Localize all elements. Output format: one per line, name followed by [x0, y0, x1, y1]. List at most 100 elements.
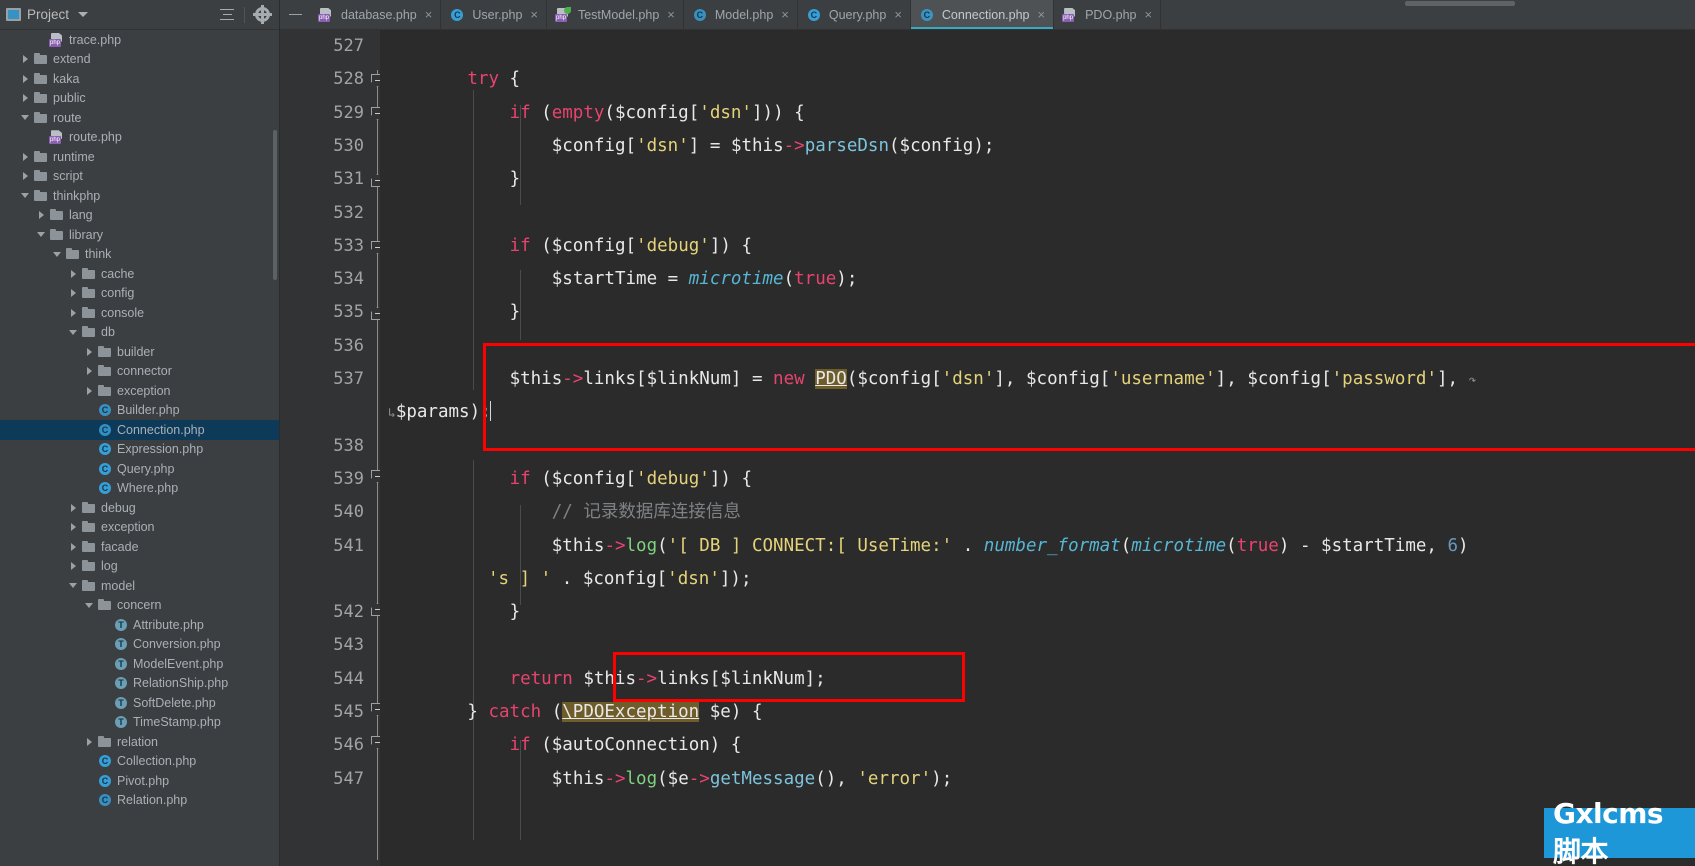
chevron-right-icon[interactable]: [20, 53, 33, 66]
code-line-541-continuation[interactable]: 's ] ' . $config['dsn']);: [380, 563, 1695, 596]
chevron-down-icon[interactable]: [20, 189, 33, 202]
code-line-541[interactable]: $this->log('[ DB ] CONNECT:[ UseTime:' .…: [380, 530, 1695, 563]
tree-item-config[interactable]: config: [0, 284, 279, 304]
chevron-down-icon[interactable]: [52, 248, 65, 261]
chevron-right-icon[interactable]: [68, 521, 81, 534]
tree-item-conversion-php[interactable]: Conversion.php: [0, 635, 279, 655]
chevron-right-icon[interactable]: [68, 560, 81, 573]
tree-item-relationship-php[interactable]: RelationShip.php: [0, 674, 279, 694]
code-line-536[interactable]: [380, 330, 1695, 363]
settings-button[interactable]: [251, 4, 273, 26]
close-icon[interactable]: ×: [1145, 8, 1153, 21]
close-icon[interactable]: ×: [667, 8, 675, 21]
chevron-down-icon[interactable]: [78, 12, 89, 17]
tree-item-library[interactable]: library: [0, 225, 279, 245]
tab-database-php[interactable]: database.php ×: [310, 0, 442, 29]
collapse-all-button[interactable]: [216, 4, 238, 26]
close-icon[interactable]: ×: [894, 8, 902, 21]
chevron-down-icon[interactable]: [68, 326, 81, 339]
tree-item-builder-php[interactable]: Builder.php: [0, 401, 279, 421]
code-line-534[interactable]: $startTime = microtime(true);: [380, 263, 1695, 296]
code-line-547[interactable]: $this->log($e->getMessage(), 'error');: [380, 763, 1695, 796]
tree-item-thinkphp[interactable]: thinkphp: [0, 186, 279, 206]
chevron-right-icon[interactable]: [68, 306, 81, 319]
tree-item-softdelete-php[interactable]: SoftDelete.php: [0, 693, 279, 713]
tree-item-route[interactable]: route: [0, 108, 279, 128]
code-line-544[interactable]: return $this->links[$linkNum];: [380, 663, 1695, 696]
tree-item-debug[interactable]: debug: [0, 498, 279, 518]
hide-tabs-button[interactable]: [280, 0, 310, 29]
tree-item-think[interactable]: think: [0, 245, 279, 265]
tree-item-db[interactable]: db: [0, 323, 279, 343]
tree-item-kaka[interactable]: kaka: [0, 69, 279, 89]
code-line-537[interactable]: $this->links[$linkNum] = new PDO($config…: [380, 363, 1695, 396]
tree-item-facade[interactable]: facade: [0, 537, 279, 557]
chevron-down-icon[interactable]: [84, 599, 97, 612]
tree-item-expression-php[interactable]: Expression.php: [0, 440, 279, 460]
chevron-down-icon[interactable]: [20, 111, 33, 124]
code-line-530[interactable]: $config['dsn'] = $this->parseDsn($config…: [380, 130, 1695, 163]
chevron-down-icon[interactable]: [68, 579, 81, 592]
code-line-529[interactable]: if (empty($config['dsn'])) {: [380, 97, 1695, 130]
close-icon[interactable]: ×: [425, 8, 433, 21]
tree-item-builder[interactable]: builder: [0, 342, 279, 362]
code-line-540[interactable]: // 记录数据库连接信息: [380, 496, 1695, 529]
code-line-538[interactable]: [380, 430, 1695, 463]
tree-item-connection-php[interactable]: Connection.php: [0, 420, 279, 440]
chevron-right-icon[interactable]: [68, 540, 81, 553]
tab-query-php[interactable]: Query.php ×: [797, 0, 911, 29]
chevron-right-icon[interactable]: [84, 345, 97, 358]
code-line-542[interactable]: }: [380, 596, 1695, 629]
chevron-right-icon[interactable]: [84, 735, 97, 748]
chevron-right-icon[interactable]: [20, 150, 33, 163]
chevron-right-icon[interactable]: [68, 267, 81, 280]
chevron-down-icon[interactable]: [36, 228, 49, 241]
project-tree[interactable]: trace.php extend kaka public route route.php r…: [0, 30, 279, 866]
chevron-right-icon[interactable]: [36, 209, 49, 222]
tree-item-script[interactable]: script: [0, 167, 279, 187]
tree-item-extend[interactable]: extend: [0, 50, 279, 70]
tree-item-route-php[interactable]: route.php: [0, 128, 279, 148]
code-editor[interactable]: 527 528 529 530 531 532 533 534 535 536 537 538 539 5…: [280, 30, 1695, 866]
tree-item-concern[interactable]: concern: [0, 596, 279, 616]
tree-item-trace-php[interactable]: trace.php: [0, 30, 279, 50]
code-line-532[interactable]: [380, 197, 1695, 230]
tree-scrollbar[interactable]: [273, 130, 277, 280]
code-line-546[interactable]: if ($autoConnection) {: [380, 729, 1695, 762]
close-icon[interactable]: ×: [530, 8, 538, 21]
code-line-527[interactable]: [380, 30, 1695, 63]
close-icon[interactable]: ×: [781, 8, 789, 21]
code-line-535[interactable]: }: [380, 296, 1695, 329]
tree-item-collection-php[interactable]: Collection.php: [0, 752, 279, 772]
tree-item-timestamp-php[interactable]: TimeStamp.php: [0, 713, 279, 733]
tree-item-lang[interactable]: lang: [0, 206, 279, 226]
tree-item-exception[interactable]: exception: [0, 381, 279, 401]
tree-item-exception[interactable]: exception: [0, 518, 279, 538]
tree-item-attribute-php[interactable]: Attribute.php: [0, 615, 279, 635]
tree-item-log[interactable]: log: [0, 557, 279, 577]
tree-item-where-php[interactable]: Where.php: [0, 479, 279, 499]
tree-item-pivot-php[interactable]: Pivot.php: [0, 771, 279, 791]
tree-item-connector[interactable]: connector: [0, 362, 279, 382]
code-line-533[interactable]: if ($config['debug']) {: [380, 230, 1695, 263]
code-line-531[interactable]: }: [380, 163, 1695, 196]
code-line-545[interactable]: } catch (\PDOException $e) {: [380, 696, 1695, 729]
tab-pdo-php[interactable]: PDO.php ×: [1054, 0, 1162, 29]
tree-item-model[interactable]: model: [0, 576, 279, 596]
tab-user-php[interactable]: User.php ×: [441, 0, 547, 29]
tree-item-relation-php[interactable]: Relation.php: [0, 791, 279, 811]
tree-item-public[interactable]: public: [0, 89, 279, 109]
code-line-528[interactable]: try {: [380, 63, 1695, 96]
chevron-right-icon[interactable]: [84, 365, 97, 378]
tree-item-relation[interactable]: relation: [0, 732, 279, 752]
chevron-right-icon[interactable]: [68, 501, 81, 514]
code-line-539[interactable]: if ($config['debug']) {: [380, 463, 1695, 496]
code-line-537-continuation[interactable]: ↳$params);: [380, 396, 1695, 429]
tab-model-php[interactable]: Model.php ×: [683, 0, 798, 29]
tree-item-modelevent-php[interactable]: ModelEvent.php: [0, 654, 279, 674]
chevron-right-icon[interactable]: [20, 170, 33, 183]
tab-testmodel-php[interactable]: TestModel.php ×: [546, 0, 684, 29]
code-text-area[interactable]: try { if (empty($config['dsn'])) { $conf…: [380, 30, 1695, 866]
chevron-right-icon[interactable]: [20, 72, 33, 85]
chevron-right-icon[interactable]: [84, 384, 97, 397]
